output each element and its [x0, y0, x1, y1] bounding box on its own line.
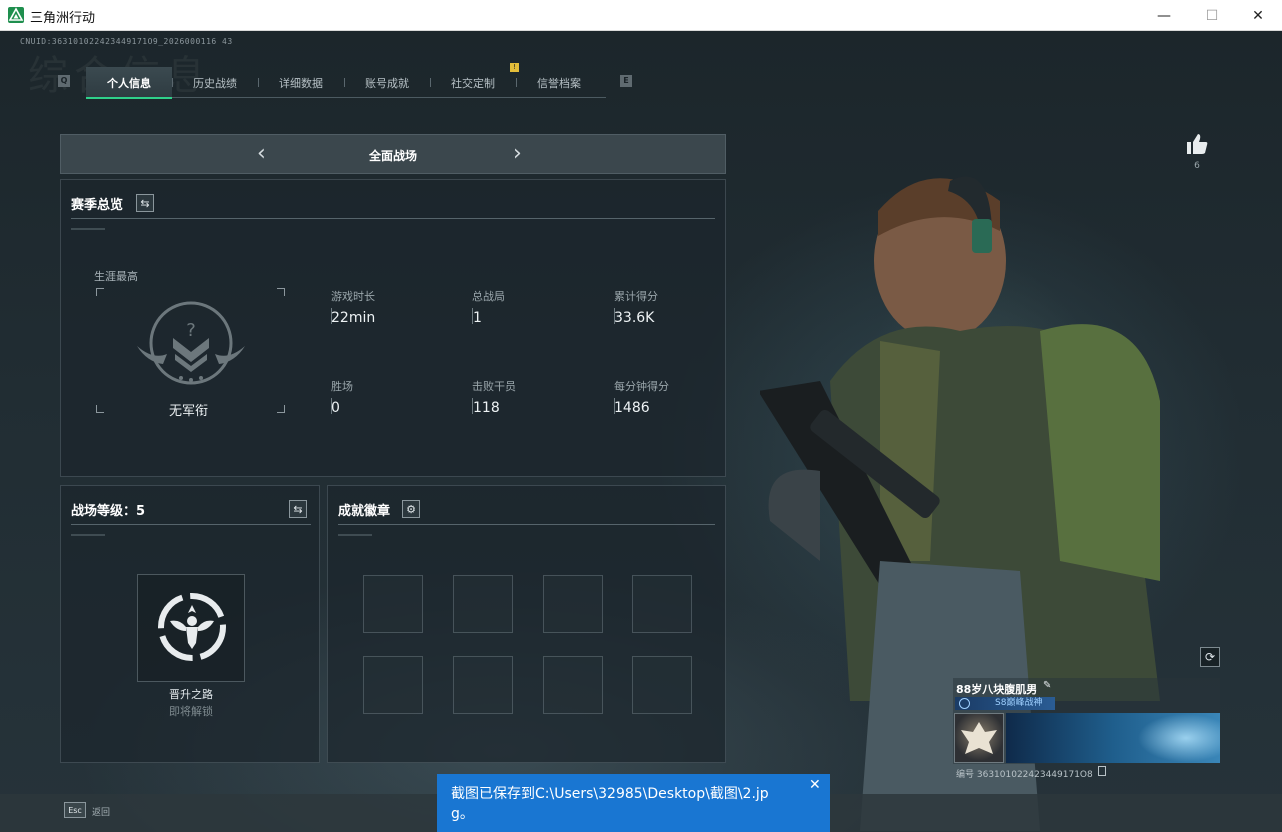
copy-icon[interactable] — [1098, 766, 1106, 776]
stat-value: 33.6K — [614, 310, 655, 326]
uid-label: CNUID:363101022423449171O9_2026000116 43 — [20, 37, 233, 46]
rank-name: 无军衔 — [169, 404, 209, 419]
badge-slot[interactable] — [632, 575, 692, 633]
divider — [71, 218, 715, 219]
mode-title: 全面战场 — [368, 149, 417, 163]
frame-corner — [277, 405, 285, 413]
tab-prev-key[interactable]: Q — [58, 75, 70, 87]
like-count: 6 — [1194, 161, 1200, 171]
ascension-badge-frame[interactable] — [137, 574, 245, 682]
player-banner-image — [1006, 713, 1220, 763]
tab-personal-info[interactable]: 个人信息 — [86, 67, 172, 99]
like-thumb-icon[interactable] — [1185, 133, 1209, 159]
tab-row: 个人信息 历史战绩 详细数据 账号成就 社交定制 信誉档案 — [86, 67, 606, 99]
divider — [71, 524, 311, 525]
maximize-button[interactable]: ☐ — [1189, 0, 1235, 31]
badge-slot[interactable] — [453, 656, 513, 714]
toast-close-icon[interactable]: ✕ — [809, 777, 821, 793]
tab-detailed-data[interactable]: 详细数据 — [258, 67, 344, 98]
eagle-emblem-icon — [156, 591, 228, 663]
season-overview-title: 赛季总览 — [71, 198, 124, 213]
stat-value: 118 — [473, 400, 500, 416]
divider — [338, 524, 715, 525]
player-card[interactable]: 88岁八块腹肌男 ✎ S8巅峰战神 — [953, 678, 1220, 764]
battlefield-level-panel: 战场等级：5 ⇆ 晋升之路 即将解锁 — [60, 485, 320, 763]
player-title: S8巅峰战神 — [995, 698, 1043, 708]
divider-accent — [71, 228, 105, 230]
battlefield-level-title: 战场等级：5 — [71, 504, 146, 519]
badge-slot[interactable] — [632, 656, 692, 714]
swap-icon[interactable]: ⇆ — [136, 194, 154, 212]
notification-flag-icon: ! — [510, 63, 519, 72]
game-screen: 综合信息 CNUID:363101022423449171O9_20260001… — [0, 31, 1282, 832]
badge-slot[interactable] — [363, 656, 423, 714]
badge-slot[interactable] — [453, 575, 513, 633]
stat-label: 累计得分 — [614, 290, 658, 303]
stat-value: 1 — [473, 310, 482, 326]
ascension-path-status: 即将解锁 — [169, 705, 213, 718]
season-overview-panel: 赛季总览 ⇆ 生涯最高 ? 无军衔 游戏时长 22min 总战局 1 累计得分 … — [60, 179, 726, 477]
frame-corner — [96, 288, 104, 296]
rank-emblem-icon: ? — [133, 298, 249, 388]
refresh-icon[interactable]: ⟳ — [1200, 647, 1220, 667]
divider-accent — [71, 534, 105, 536]
stat-value: 22min — [331, 310, 376, 326]
edit-name-icon[interactable]: ✎ — [1043, 680, 1051, 691]
swap-icon[interactable]: ⇆ — [289, 500, 307, 518]
tab-history[interactable]: 历史战绩 — [172, 67, 258, 98]
close-window-button[interactable]: ✕ — [1235, 0, 1281, 31]
badge-slot[interactable] — [363, 575, 423, 633]
achievement-badges-title: 成就徽章 — [338, 504, 391, 519]
app-logo-icon — [8, 7, 24, 23]
back-label[interactable]: 返回 — [92, 805, 110, 818]
mode-next-arrow-icon[interactable]: › — [513, 141, 522, 166]
badge-slot[interactable] — [543, 656, 603, 714]
settings-gear-icon[interactable]: ⚙ — [402, 500, 420, 518]
divider-accent — [338, 534, 372, 536]
svg-text:?: ? — [186, 320, 196, 341]
tab-next-key[interactable]: E — [620, 75, 632, 87]
badge-slot[interactable] — [543, 575, 603, 633]
frame-corner — [96, 405, 104, 413]
screenshot-saved-toast[interactable]: 截图已保存到C:\Users\32985\Desktop\截图\2.jpg。 ✕ — [437, 774, 830, 832]
player-name: 88岁八块腹肌男 — [956, 683, 1038, 696]
tab-reputation[interactable]: 信誉档案 — [516, 67, 602, 98]
stat-label: 每分钟得分 — [614, 380, 669, 393]
window-titlebar: 三角洲行动 — ☐ ✕ — [0, 0, 1282, 31]
frame-corner — [277, 288, 285, 296]
player-id: 编号 363101022423449171O8 — [956, 770, 1093, 780]
ascension-path-name: 晋升之路 — [169, 688, 213, 701]
achievement-badges-panel: 成就徽章 ⚙ — [327, 485, 726, 763]
tab-achievements[interactable]: 账号成就 — [344, 67, 430, 98]
toast-message: 截图已保存到C:\Users\32985\Desktop\截图\2.jpg。 — [451, 786, 769, 822]
career-high-label: 生涯最高 — [94, 270, 138, 283]
stat-label: 击败干员 — [472, 380, 516, 393]
player-emblem-icon — [954, 713, 1004, 763]
minimize-button[interactable]: — — [1141, 0, 1187, 31]
esc-key-hint[interactable]: Esc — [64, 802, 86, 818]
stat-label: 游戏时长 — [331, 290, 375, 303]
tab-social-custom[interactable]: 社交定制 — [430, 67, 516, 98]
player-title-badge: S8巅峰战神 — [955, 697, 1055, 710]
mode-selector: ‹ 全面战场 › — [60, 134, 726, 174]
window-title: 三角洲行动 — [30, 11, 96, 26]
stat-value: 0 — [331, 400, 340, 416]
stat-label: 总战局 — [472, 290, 505, 303]
stat-value: 1486 — [614, 400, 650, 416]
prohibited-icon — [959, 698, 970, 709]
profile-tabs: Q 个人信息 历史战绩 详细数据 账号成就 社交定制 信誉档案 ! E — [58, 63, 634, 99]
stat-label: 胜场 — [331, 380, 353, 393]
